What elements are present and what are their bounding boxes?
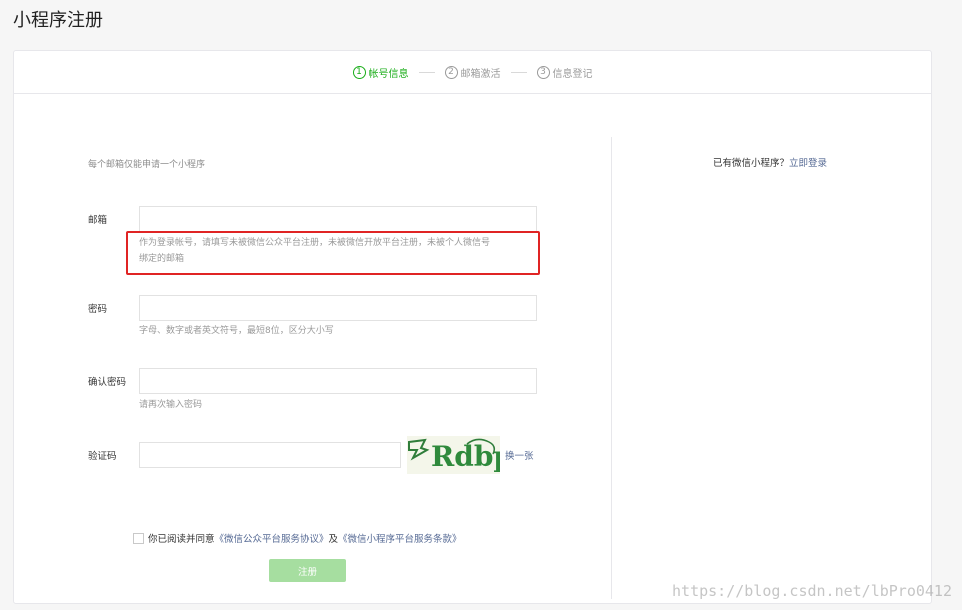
- step-number: 2: [444, 65, 458, 79]
- captcha-input[interactable]: [139, 442, 401, 468]
- login-now-link[interactable]: 立即登录: [789, 158, 827, 169]
- agree-checkbox[interactable]: [133, 532, 144, 544]
- email-hint-highlight: [126, 231, 540, 275]
- public-platform-agreement-link[interactable]: 《微信公众平台服务协议》: [215, 531, 329, 545]
- step-email-activation: 2 邮箱激活: [444, 65, 501, 80]
- email-label: 邮箱: [88, 215, 108, 226]
- step-label: 信息登记: [552, 68, 593, 80]
- refresh-captcha-link[interactable]: 换一张: [505, 448, 534, 462]
- step-number: 3: [536, 65, 550, 79]
- mini-program-terms-link[interactable]: 《微信小程序平台服务条款》: [338, 531, 462, 545]
- step-info-registration: 3 信息登记: [536, 65, 593, 80]
- form-tip: 每个邮箱仅能申请一个小程序: [88, 160, 206, 170]
- step-label: 帐号信息: [368, 68, 409, 80]
- watermark: https://blog.csdn.net/lbPro0412: [672, 582, 952, 600]
- password-label: 密码: [88, 304, 108, 315]
- agree-and: 及: [328, 534, 339, 545]
- captcha-image[interactable]: Rdbp: [407, 436, 513, 474]
- registration-card: 1 帐号信息 2 邮箱激活 3 信息登记 每个邮箱仅能申请一个小程序 邮箱 作为…: [13, 50, 932, 604]
- step-label: 邮箱激活: [460, 68, 501, 80]
- login-tip-text: 已有微信小程序？: [713, 158, 790, 169]
- agreement-row: 你已阅读并同意 《微信公众平台服务协议》 及 《微信小程序平台服务条款》: [133, 531, 462, 545]
- agree-prefix: 你已阅读并同意: [148, 534, 215, 545]
- column-divider: [611, 137, 612, 599]
- captcha-label: 验证码: [88, 451, 117, 462]
- step-number: 1: [352, 65, 366, 79]
- login-tip: 已有微信小程序？立即登录: [713, 155, 827, 169]
- step-separator: [510, 71, 527, 73]
- confirm-password-input[interactable]: [139, 368, 537, 394]
- confirm-password-label: 确认密码: [88, 377, 127, 388]
- email-input[interactable]: [139, 206, 537, 232]
- step-indicator: 1 帐号信息 2 邮箱激活 3 信息登记: [14, 51, 931, 94]
- captcha-graphic: Rdbp: [407, 436, 513, 474]
- password-input[interactable]: [139, 295, 537, 321]
- step-separator: [418, 71, 435, 73]
- confirm-password-hint: 请再次输入密码: [139, 400, 203, 410]
- register-button[interactable]: 注册: [269, 559, 346, 582]
- step-account-info: 1 帐号信息: [352, 65, 409, 80]
- password-hint: 字母、数字或者英文符号，最短8位，区分大小写: [139, 326, 334, 336]
- captcha-text: Rdbp: [431, 440, 500, 473]
- page-title: 小程序注册: [13, 10, 103, 31]
